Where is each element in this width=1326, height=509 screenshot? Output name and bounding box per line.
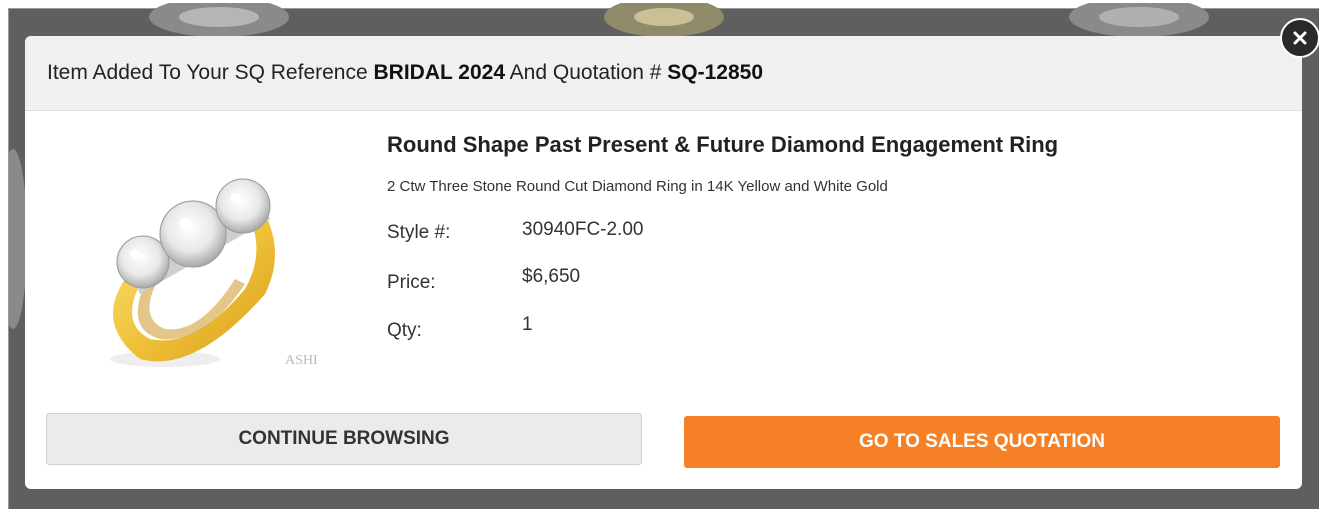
header-middle: And Quotation # <box>505 61 668 84</box>
close-icon <box>1293 31 1307 45</box>
style-label: Style #: <box>387 222 451 243</box>
product-title: Round Shape Past Present & Future Diamon… <box>387 132 1059 157</box>
image-watermark: ASHI <box>285 353 318 368</box>
sq-reference: BRIDAL 2024 <box>373 61 506 84</box>
header-prefix: Item Added To Your SQ Reference <box>47 61 374 84</box>
qty-value: 1 <box>522 314 533 335</box>
modal-header: Item Added To Your SQ Reference BRIDAL 2… <box>25 36 1302 111</box>
product-image: ASHI <box>85 134 345 374</box>
qty-label: Qty: <box>387 320 422 341</box>
quotation-number: SQ-12850 <box>667 61 764 84</box>
continue-browsing-button[interactable]: CONTINUE BROWSING <box>46 413 642 465</box>
price-label: Price: <box>387 272 436 293</box>
style-value: 30940FC-2.00 <box>522 219 644 240</box>
item-added-modal: Item Added To Your SQ Reference BRIDAL 2… <box>25 36 1302 489</box>
price-value: $6,650 <box>522 266 581 287</box>
close-button[interactable] <box>1280 18 1320 58</box>
product-description: 2 Ctw Three Stone Round Cut Diamond Ring… <box>387 178 888 195</box>
go-to-sales-quotation-button[interactable]: GO TO SALES QUOTATION <box>684 416 1280 468</box>
